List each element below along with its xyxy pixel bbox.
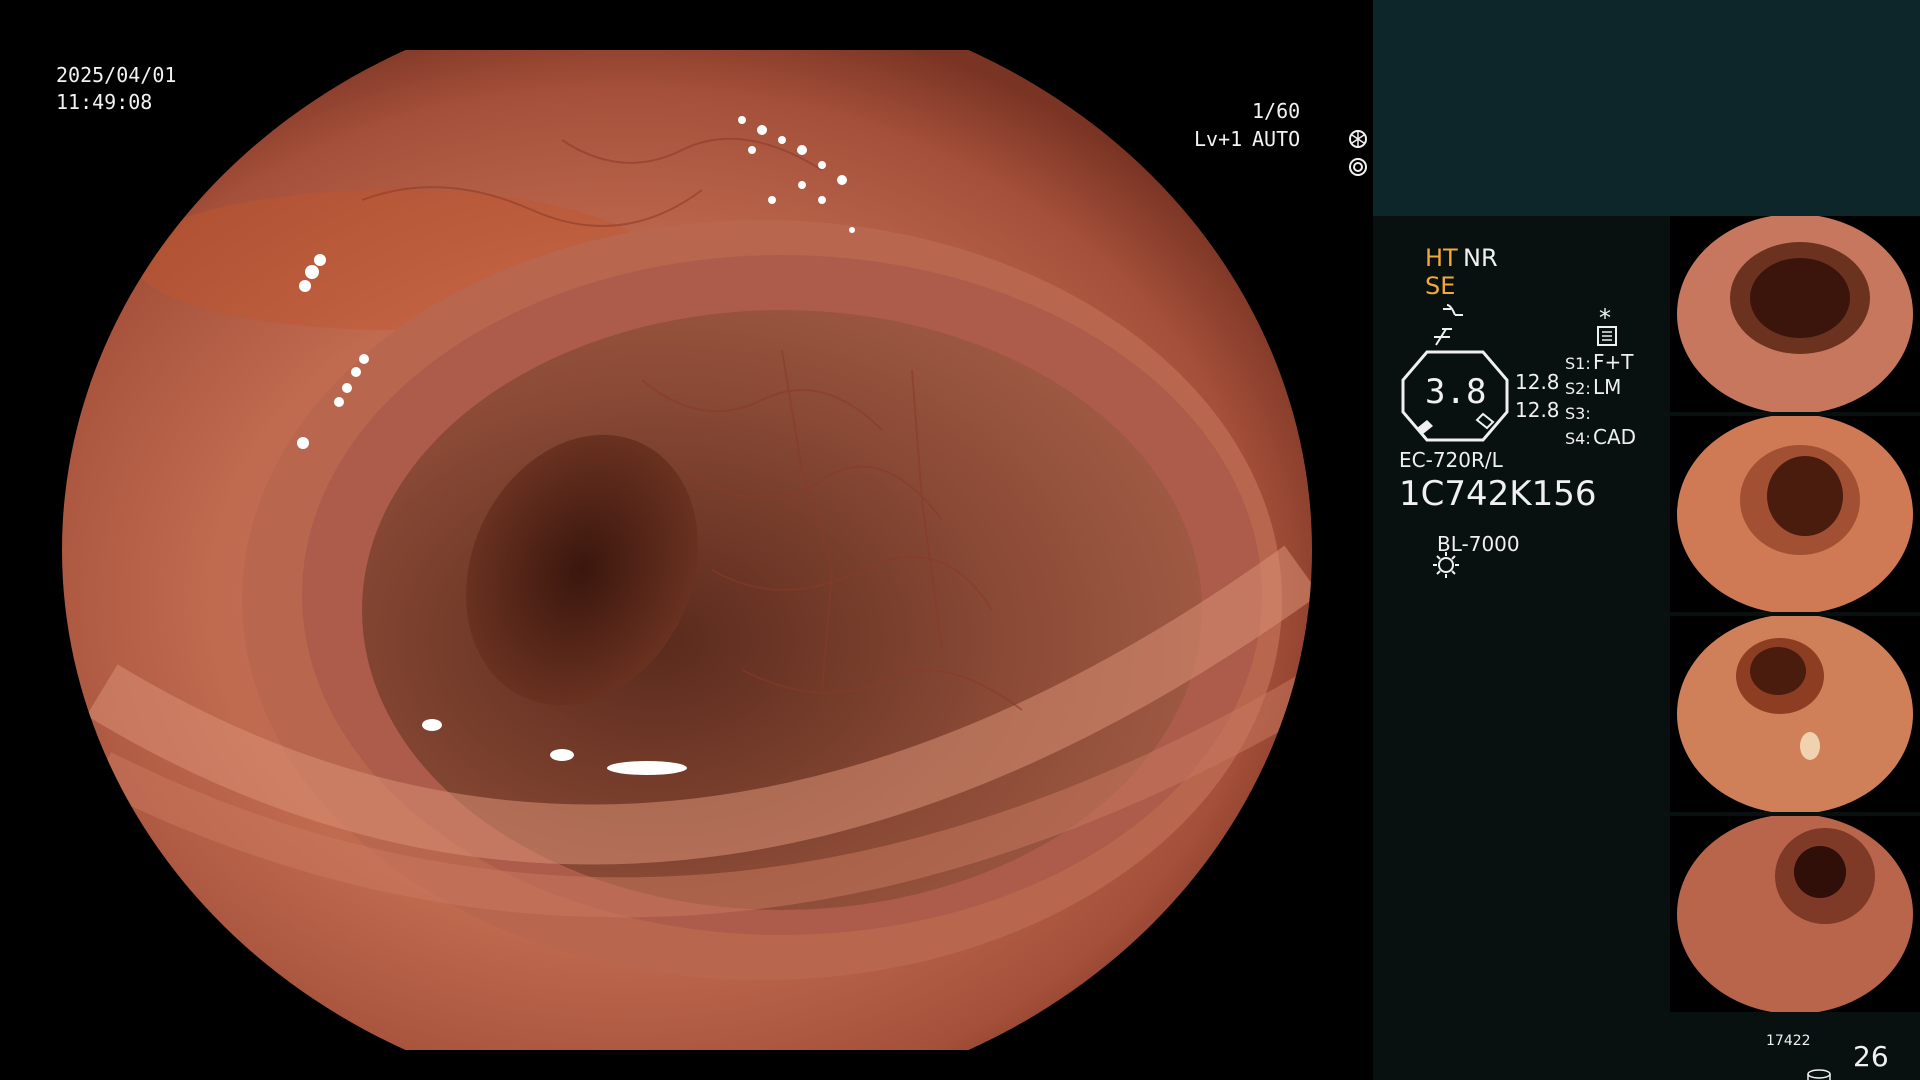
endoscopy-screen: 2025/04/01 11:49:08 1/60 Lv+1 AUTO HT NR… [0,0,1920,1080]
thumbnail-image[interactable] [1670,216,1920,412]
auto-iris-label: AUTO [1252,127,1301,151]
zoom-indicator: 3.8 [1399,350,1511,442]
light-source-label: BL-7000 [1437,532,1520,556]
panel-header-area [1373,0,1920,216]
switch-label: S2: [1565,379,1591,398]
switch-row: S3: [1565,400,1675,425]
storage-count: 17422 [1766,1033,1811,1049]
switch-value: LM [1593,375,1622,399]
zoom-line1: 12.8 [1515,370,1560,394]
nr-indicator: NR [1463,244,1498,272]
switch-label: S1: [1565,354,1591,373]
switch-label: S4: [1565,429,1591,448]
time-label: 11:49:08 [56,90,153,114]
zoom-value: 3.8 [1425,372,1487,412]
switch-row: S4: CAD [1565,425,1675,450]
shutter-speed-label: 1/60 [1252,99,1301,123]
image-count: 26 [1853,1040,1889,1073]
info-panel: HT NR SE * 3.8 12.8 12.8 S1: F+T S2: LM … [1373,0,1920,1080]
switch-row: S1: F+T [1565,350,1675,375]
endoscope-live-view [62,50,1312,1050]
switch-assignments: S1: F+T S2: LM S3: S4: CAD [1565,350,1675,450]
switch-value: F+T [1593,350,1634,374]
date-label: 2025/04/01 [56,63,177,87]
storage-icon [1775,1050,1832,1080]
asterisk-indicator: * [1599,304,1611,332]
switch-row: S2: LM [1565,375,1675,400]
se-indicator: SE [1425,272,1456,300]
scope-model-label: EC-720R/L [1399,448,1503,472]
thumbnail-image[interactable] [1670,816,1920,1012]
iris-icon [1300,126,1368,211]
switch-value: CAD [1593,425,1637,449]
level-label: Lv+1 [1194,127,1243,151]
switch-label: S3: [1565,404,1591,423]
zoom-line2: 12.8 [1515,398,1560,422]
scope-serial-label: 1C742K156 [1399,474,1597,514]
thumbnail-image[interactable] [1670,616,1920,812]
thumbnail-image[interactable] [1670,416,1920,612]
ht-indicator: HT [1425,244,1458,272]
